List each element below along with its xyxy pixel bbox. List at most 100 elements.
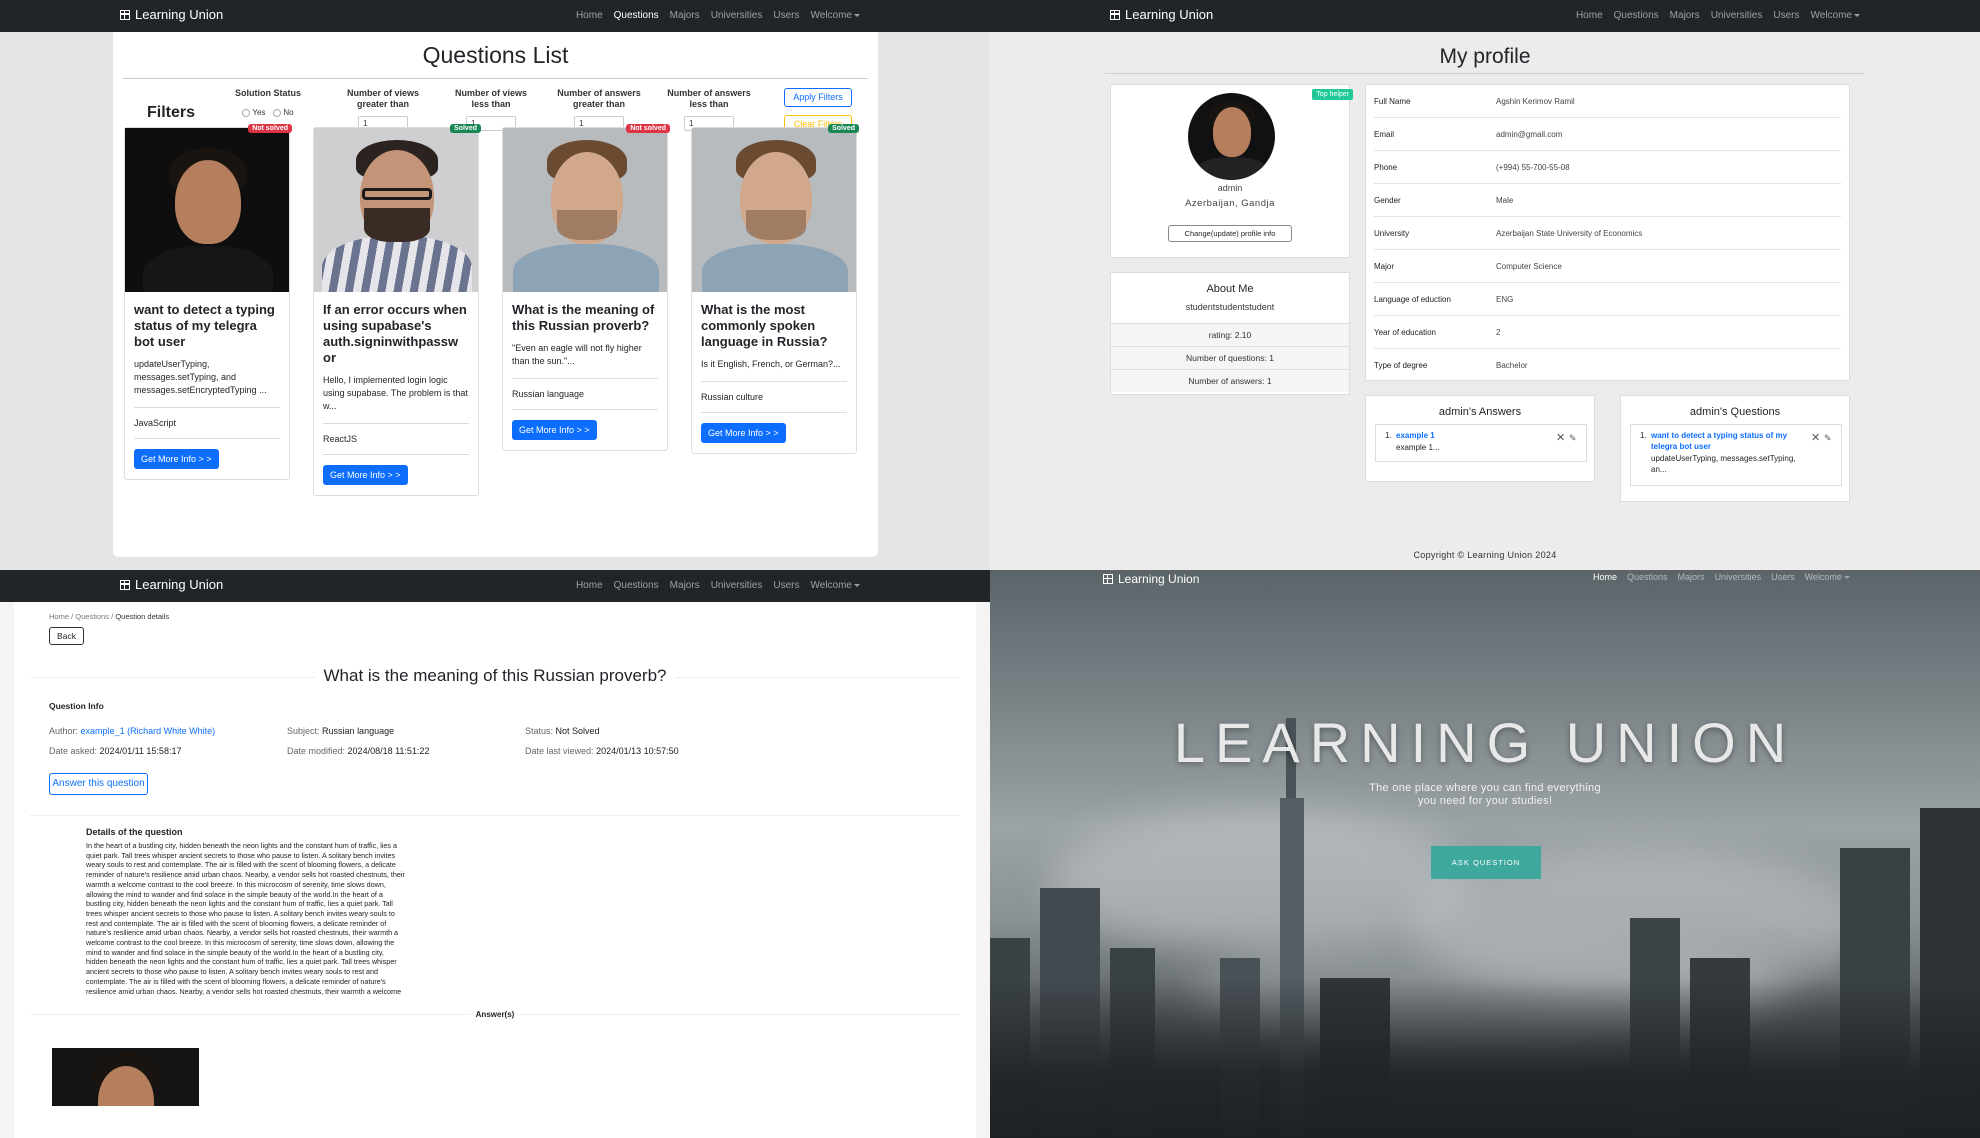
- get-more-info-button[interactable]: Get More Info > >: [512, 420, 597, 440]
- nav-questions[interactable]: Questions: [614, 10, 659, 21]
- caret-down-icon: [854, 13, 860, 17]
- nav-welcome-dropdown[interactable]: Welcome: [811, 580, 860, 591]
- author-meta: Author: example_1 (Richard White White): [49, 726, 215, 736]
- apply-filters-button[interactable]: Apply Filters: [784, 88, 852, 107]
- person-photo-icon: [314, 128, 478, 292]
- hero-subtitle-line: you need for your studies!: [1417, 795, 1553, 807]
- answer-question-button[interactable]: Answer this question: [49, 773, 148, 795]
- nav-users[interactable]: Users: [773, 580, 799, 591]
- about-me-card: About Me studentstudentstudent rating: 2…: [1110, 272, 1350, 395]
- info-row: Email admin@gmail.com: [1374, 118, 1841, 151]
- edit-pencil-icon[interactable]: ✎: [1569, 433, 1577, 444]
- brand-link[interactable]: Learning Union: [1110, 7, 1213, 22]
- nav-questions[interactable]: Questions: [1627, 572, 1668, 582]
- radio-label: No: [283, 108, 294, 117]
- nav-questions[interactable]: Questions: [1614, 10, 1659, 21]
- info-value: (+994) 55-700-55-08: [1496, 162, 1570, 172]
- info-row: Language of eduction ENG: [1374, 283, 1841, 316]
- nav-welcome-dropdown[interactable]: Welcome: [1810, 10, 1860, 21]
- edit-pencil-icon[interactable]: ✎: [1824, 433, 1832, 444]
- get-more-info-button[interactable]: Get More Info > >: [323, 465, 408, 485]
- brand-text: Learning Union: [1118, 572, 1200, 586]
- nav-universities[interactable]: Universities: [1715, 572, 1762, 582]
- filter-views-gt: Number of views greater than 1: [343, 88, 423, 131]
- get-more-info-button[interactable]: Get More Info > >: [134, 449, 219, 469]
- author-link[interactable]: example_1 (Richard White White): [81, 726, 216, 736]
- date-modified-meta: Date modified: 2024/08/18 11:51:22: [287, 746, 429, 756]
- avatar: [1188, 93, 1275, 180]
- ask-question-button[interactable]: ASK QUESTION: [1431, 846, 1541, 879]
- back-button[interactable]: Back: [49, 627, 84, 645]
- nav-users[interactable]: Users: [773, 10, 799, 21]
- breadcrumb-questions[interactable]: Questions: [75, 612, 109, 621]
- brand-link[interactable]: Learning Union: [120, 577, 223, 592]
- nav-home[interactable]: Home: [1576, 10, 1603, 21]
- breadcrumb-home[interactable]: Home: [49, 612, 69, 621]
- nav-majors[interactable]: Majors: [670, 580, 700, 591]
- fog-shape: [1050, 810, 1470, 950]
- nav-questions[interactable]: Questions: [614, 580, 659, 591]
- question-item: 1. want to detect a typing status of my …: [1630, 424, 1842, 486]
- nav-users[interactable]: Users: [1771, 572, 1795, 582]
- grid-logo-icon: [120, 579, 130, 590]
- profile-username: admin: [1217, 183, 1243, 193]
- card-subject: Russian language: [512, 389, 585, 399]
- person-photo-icon: [692, 128, 856, 292]
- about-text: studentstudentstudent: [1185, 302, 1275, 312]
- nav-welcome-dropdown[interactable]: Welcome: [811, 10, 860, 21]
- meta-value: Not Solved: [555, 726, 600, 736]
- nav-home[interactable]: Home: [576, 10, 603, 21]
- nav-home[interactable]: Home: [1593, 572, 1617, 582]
- info-row: Full Name Agshin Kerimov Ramil: [1374, 85, 1841, 118]
- status-badge: Not solved: [248, 124, 292, 133]
- details-text: In the heart of a bustling city, hidden …: [86, 841, 405, 996]
- question-link[interactable]: want to detect a typing status of my tel…: [1651, 430, 1801, 452]
- brand-link[interactable]: Learning Union: [1103, 572, 1199, 586]
- nav-home[interactable]: Home: [576, 580, 603, 591]
- profile-screen: Learning Union Home Questions Majors Uni…: [990, 0, 1980, 570]
- breadcrumb-current: Question details: [115, 612, 170, 621]
- nav-universities[interactable]: Universities: [1711, 10, 1763, 21]
- meta-value: 2024/08/18 11:51:22: [347, 746, 430, 756]
- questions-list-screen: Learning Union Home Questions Majors Uni…: [0, 0, 990, 570]
- status-badge: Solved: [828, 124, 859, 133]
- info-value: ENG: [1496, 294, 1514, 304]
- delete-icon[interactable]: ✕: [1811, 433, 1820, 444]
- nav-universities[interactable]: Universities: [711, 10, 763, 21]
- card-subject: Russian culture: [701, 392, 764, 402]
- status-badge: Not solved: [626, 124, 670, 133]
- breadcrumb: Home / Questions / Question details: [49, 612, 169, 621]
- divider: [701, 412, 847, 413]
- brand-link[interactable]: Learning Union: [120, 7, 223, 22]
- question-photo: [314, 128, 478, 292]
- navbar: Learning Union Home Questions Majors Uni…: [0, 0, 990, 32]
- radio-no[interactable]: No: [273, 107, 294, 118]
- stats-list: rating: 2.10 Number of questions: 1 Numb…: [1111, 323, 1349, 392]
- nav-welcome-label: Welcome: [1810, 10, 1853, 21]
- question-title: What is the meaning of this Russian prov…: [0, 666, 990, 686]
- nav-majors[interactable]: Majors: [670, 10, 700, 21]
- status-radios: Yes No: [228, 107, 308, 118]
- nav-links: Home Questions Majors Universities Users…: [1576, 10, 1860, 21]
- answer-link[interactable]: example 1: [1396, 430, 1435, 441]
- radio-yes[interactable]: Yes: [242, 107, 265, 118]
- card-title: If an error occurs when using supabase's…: [323, 302, 467, 365]
- nav-welcome-dropdown[interactable]: Welcome: [1805, 572, 1850, 582]
- change-profile-button[interactable]: Change(update) profile info: [1168, 225, 1292, 242]
- info-label: Language of eduction: [1374, 294, 1451, 304]
- brand-text: Learning Union: [135, 7, 224, 22]
- divider: [30, 815, 960, 816]
- nav-universities[interactable]: Universities: [711, 580, 763, 591]
- brand-text: Learning Union: [135, 577, 224, 592]
- nav-links: Home Questions Majors Universities Users…: [576, 580, 860, 591]
- questions-stat: Number of questions: 1: [1111, 346, 1349, 369]
- item-number: 1.: [1640, 431, 1647, 440]
- filters-label: Filters: [147, 104, 196, 121]
- nav-majors[interactable]: Majors: [1670, 10, 1700, 21]
- get-more-info-button[interactable]: Get More Info > >: [701, 423, 786, 443]
- delete-icon[interactable]: ✕: [1556, 433, 1565, 444]
- person-photo-icon: [125, 128, 289, 292]
- nav-majors[interactable]: Majors: [1678, 572, 1705, 582]
- nav-users[interactable]: Users: [1773, 10, 1799, 21]
- info-row: Major Computer Science: [1374, 250, 1841, 283]
